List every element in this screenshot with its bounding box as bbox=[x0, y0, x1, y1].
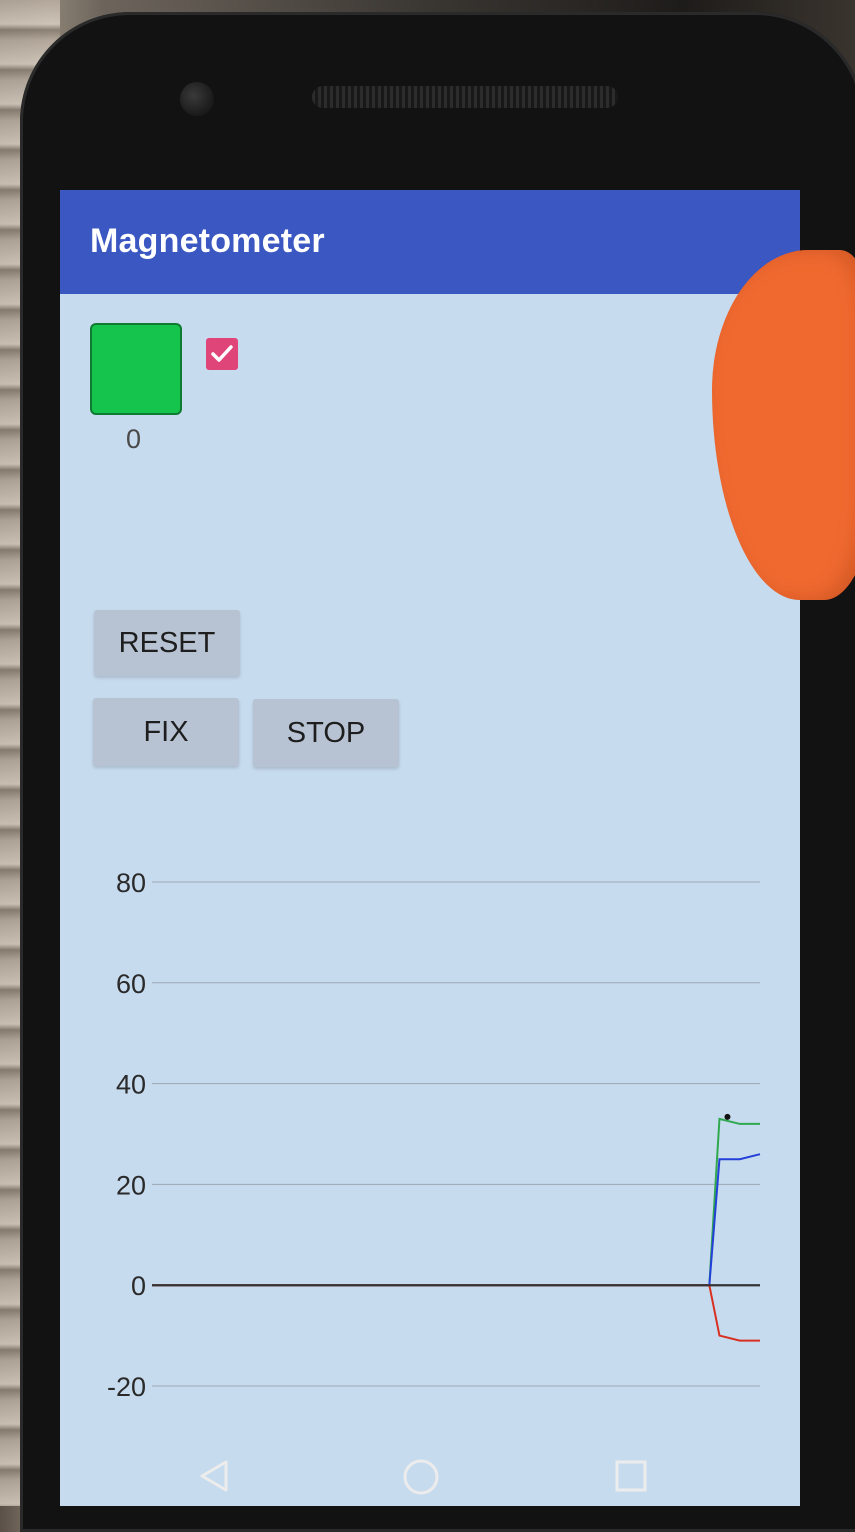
app-title: Magnetometer bbox=[90, 222, 325, 260]
app-screen: Magnetometer 0 RESET FIX STOP 80 60 40 20 0 -… bbox=[60, 190, 800, 1506]
stop-button[interactable]: STOP bbox=[253, 699, 399, 767]
y-tick-label: 20 bbox=[116, 1170, 146, 1200]
series-line-2 bbox=[152, 1284, 760, 1342]
check-icon bbox=[211, 345, 233, 362]
reset-button[interactable]: RESET bbox=[94, 610, 240, 676]
fix-button[interactable]: FIX bbox=[93, 698, 239, 766]
y-tick-label: 80 bbox=[116, 868, 146, 898]
status-indicator bbox=[90, 323, 182, 415]
y-tick-label: 40 bbox=[116, 1070, 146, 1100]
home-circle-icon[interactable] bbox=[402, 1458, 440, 1496]
counter-value: 0 bbox=[126, 424, 142, 454]
recents-square-icon[interactable] bbox=[614, 1458, 648, 1494]
series-line-0 bbox=[152, 1117, 760, 1287]
magnetometer-chart: 80 60 40 20 0 -20 bbox=[107, 868, 761, 1402]
series-marker bbox=[724, 1113, 731, 1120]
enable-checkbox[interactable] bbox=[206, 338, 238, 370]
front-camera bbox=[180, 82, 214, 116]
back-triangle-icon[interactable] bbox=[196, 1458, 230, 1494]
earpiece-speaker bbox=[312, 86, 618, 108]
system-navigation-bar bbox=[0, 1440, 855, 1506]
y-tick-label: 60 bbox=[116, 969, 146, 999]
app-bar: Magnetometer bbox=[60, 190, 800, 294]
y-tick-label: -20 bbox=[107, 1372, 146, 1402]
series-line-1 bbox=[152, 1153, 761, 1287]
y-tick-label: 0 bbox=[131, 1271, 146, 1301]
